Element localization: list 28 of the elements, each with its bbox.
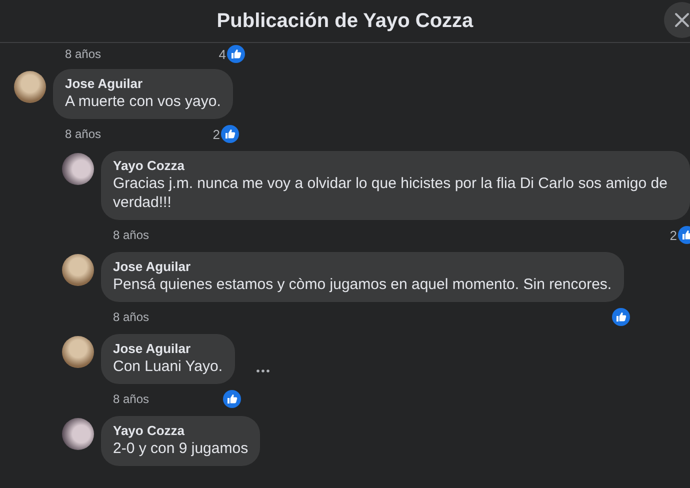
comment-text: Gracias j.m. nunca me voy a olvidar lo que hicistes por la flia Di Carlo sos amigo de verdad!!! xyxy=(113,174,668,212)
comment-time[interactable]: 8 años xyxy=(113,228,150,242)
window-title: Publicación de Yayo Cozza xyxy=(216,10,474,32)
close-button[interactable] xyxy=(664,2,690,38)
comment-time[interactable]: 8 años xyxy=(65,127,102,141)
comment-text: A muerte con vos yayo. xyxy=(65,92,221,111)
avatar[interactable] xyxy=(62,153,94,185)
more-icon xyxy=(256,369,270,373)
comment-time[interactable]: 8 años xyxy=(113,392,150,406)
comment-time[interactable]: 8 años xyxy=(65,47,102,61)
comment-text: 2-0 y con 9 jugamos xyxy=(113,439,248,458)
comment-author[interactable]: Jose Aguilar xyxy=(113,259,612,275)
like-icon xyxy=(227,45,245,63)
avatar[interactable] xyxy=(62,418,94,450)
comment-author[interactable]: Yayo Cozza xyxy=(113,158,678,174)
like-count[interactable]: 2 xyxy=(670,228,677,242)
comment-text: Pensá quienes estamos y còmo jugamos en aquel momento. Sin rencores. xyxy=(113,275,612,294)
avatar[interactable] xyxy=(14,71,46,103)
comment-time[interactable]: 8 años xyxy=(113,310,150,324)
comment-text: Con Luani Yayo. xyxy=(113,357,223,376)
like-count[interactable]: 4 xyxy=(218,46,226,62)
close-icon xyxy=(674,12,690,28)
avatar[interactable] xyxy=(62,254,94,286)
comment-author[interactable]: Jose Aguilar xyxy=(113,341,223,357)
comment-author[interactable]: Jose Aguilar xyxy=(65,76,221,92)
comment-author[interactable]: Yayo Cozza xyxy=(113,423,248,439)
like-count[interactable]: 2 xyxy=(212,126,220,142)
avatar[interactable] xyxy=(62,336,94,368)
